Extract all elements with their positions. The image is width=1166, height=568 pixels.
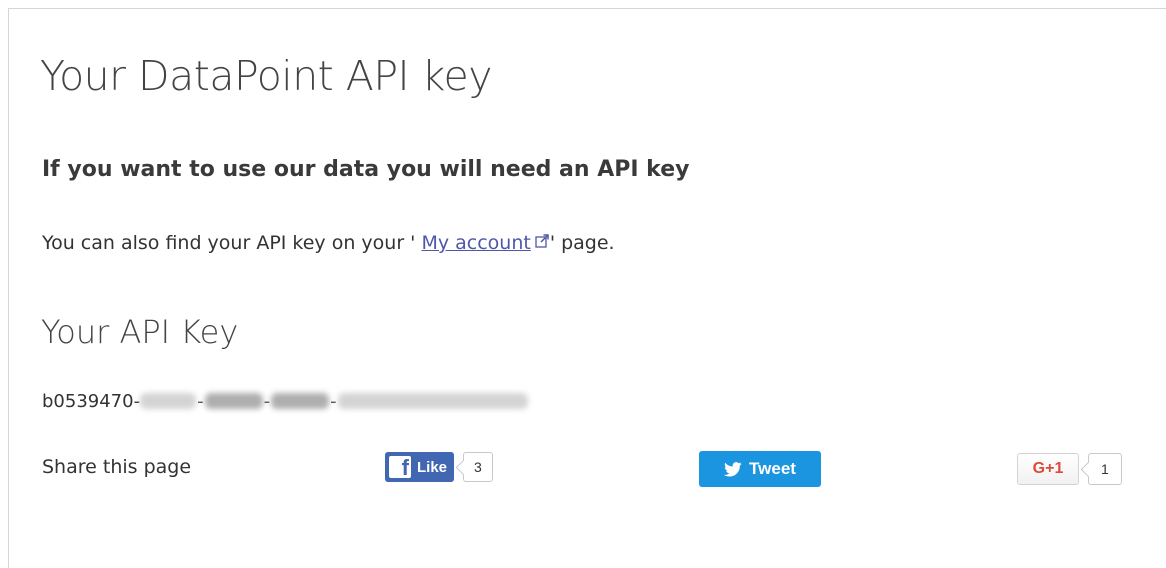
api-key-separator: - [197, 390, 204, 412]
info-text-after: ' page. [549, 232, 615, 254]
page-title: Your DataPoint API key [40, 52, 492, 100]
api-key-redacted: - - - [140, 390, 528, 412]
google-plus-button[interactable]: G+1 [1017, 453, 1079, 485]
api-key-section-title: Your API Key [41, 313, 239, 351]
subheading: If you want to use our data you will nee… [42, 157, 690, 182]
tweet-label: Tweet [749, 459, 796, 478]
info-text-before: You can also find your API key on your ' [42, 232, 422, 254]
google-plus-count: 1 [1088, 453, 1122, 485]
redacted-segment [204, 393, 263, 409]
facebook-like-widget: f Like 3 [385, 452, 493, 482]
redacted-segment [140, 393, 197, 409]
redacted-segment [271, 393, 330, 409]
google-plus-widget: G+1 1 [1017, 453, 1122, 485]
api-key-value: b0539470- - - - [42, 386, 528, 416]
external-link-icon [535, 234, 549, 248]
account-info-text: You can also find your API key on your '… [42, 228, 615, 258]
share-label: Share this page [42, 456, 192, 478]
my-account-link[interactable]: My account [421, 232, 530, 254]
redacted-segment [337, 393, 528, 409]
twitter-bird-icon [724, 461, 742, 476]
api-key-prefix: b0539470- [42, 390, 141, 412]
facebook-icon: f [389, 456, 411, 478]
facebook-like-label: Like [417, 458, 448, 476]
api-key-separator: - [330, 390, 337, 412]
api-key-separator: - [263, 390, 271, 412]
facebook-like-count: 3 [463, 452, 493, 482]
tweet-button[interactable]: Tweet [699, 451, 821, 487]
facebook-like-button[interactable]: f Like [385, 452, 455, 482]
